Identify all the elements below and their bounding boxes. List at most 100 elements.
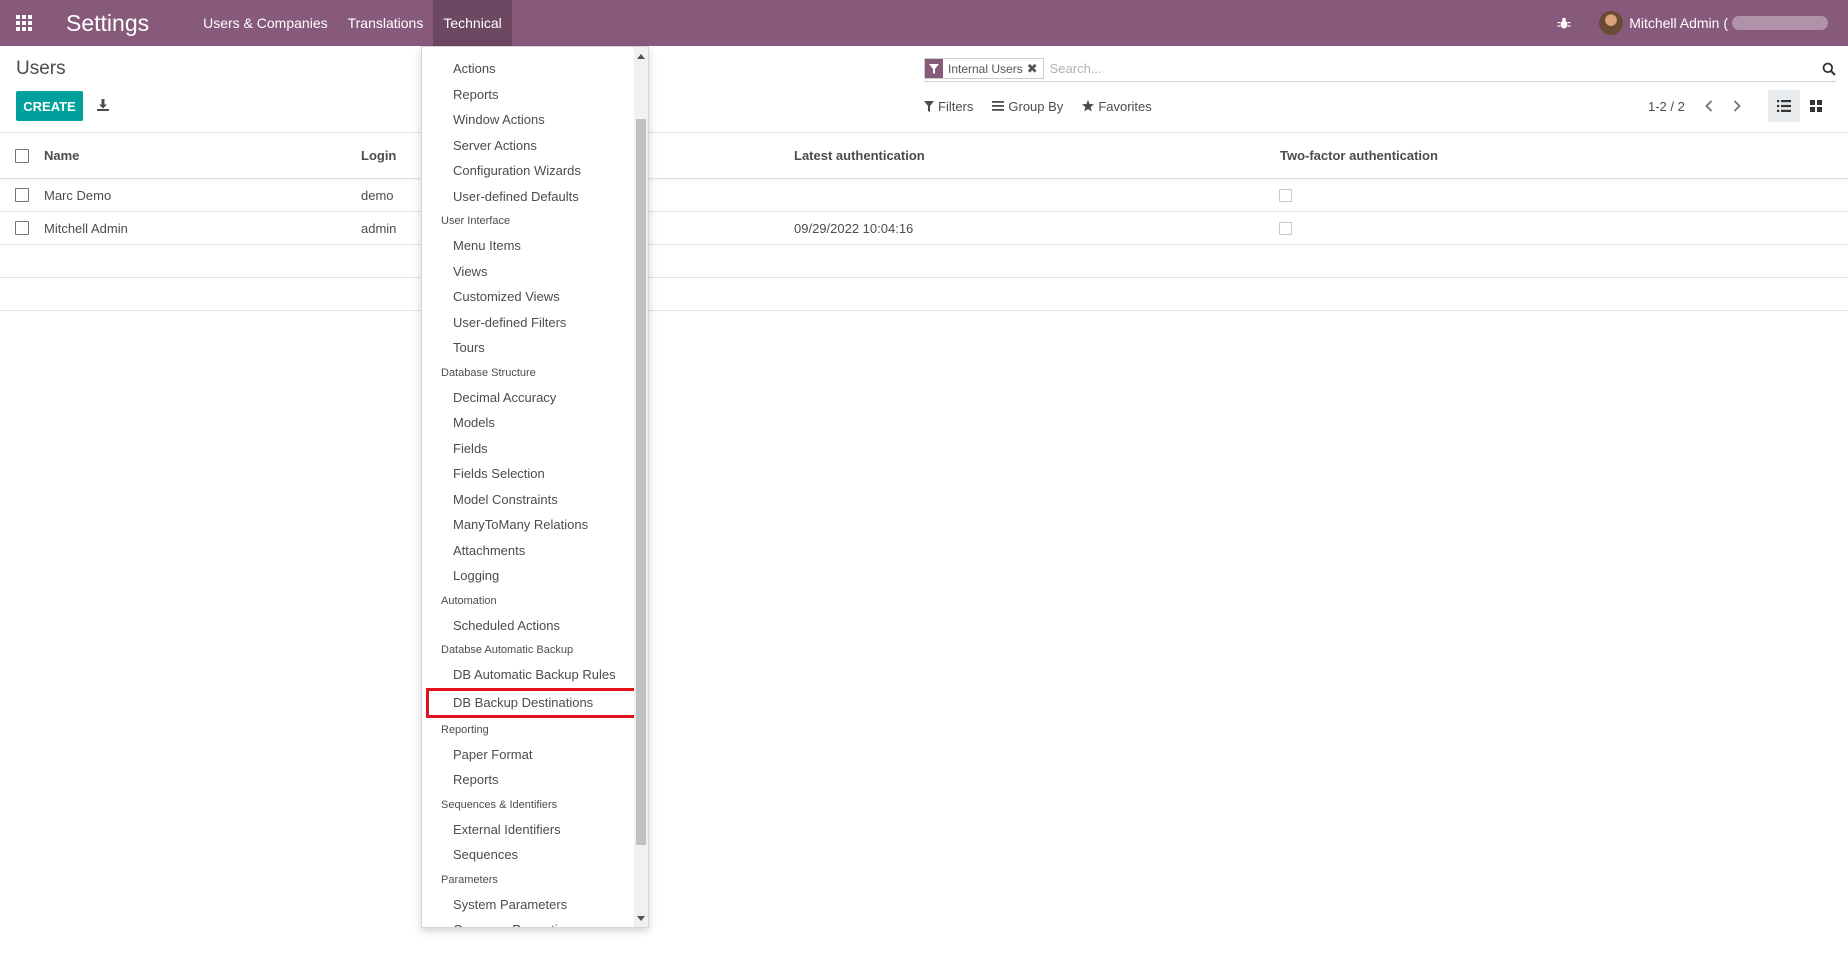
search-options: Filters Group By Favorites xyxy=(924,96,1171,116)
search-icon[interactable] xyxy=(1814,62,1836,76)
create-button[interactable]: CREATE xyxy=(16,91,83,121)
row-checkbox[interactable] xyxy=(15,179,29,211)
menu-item-configuration-wizards[interactable]: Configuration Wizards xyxy=(422,158,635,184)
table-row[interactable]: Mitchell Admin admin 09/29/2022 10:04:16 xyxy=(0,212,1848,245)
menu-item-window-actions[interactable]: Window Actions xyxy=(422,107,635,133)
facet-remove-icon[interactable]: ✖ xyxy=(1027,61,1043,77)
user-login-cell: admin xyxy=(361,220,397,236)
scrollbar-thumb[interactable] xyxy=(636,119,646,845)
menu-users-companies[interactable]: Users & Companies xyxy=(193,0,338,46)
apps-menu-icon[interactable] xyxy=(0,0,48,46)
list-header: Name Login Latest authentication Two-fac… xyxy=(0,132,1848,179)
menu-section-header: Reporting xyxy=(441,723,489,736)
menu-section-header: Parameters xyxy=(441,873,498,886)
row-checkbox[interactable] xyxy=(15,212,29,244)
menu-item-menu-items[interactable]: Menu Items xyxy=(422,233,635,259)
group-by-button[interactable]: Group By xyxy=(992,99,1063,114)
menu-translations[interactable]: Translations xyxy=(338,0,434,46)
menu-item-system-parameters[interactable]: System Parameters xyxy=(422,892,635,918)
search-input[interactable] xyxy=(1049,57,1814,80)
user-name: Mitchell Admin ( xyxy=(1629,15,1728,31)
table-row[interactable]: Marc Demo demo xyxy=(0,179,1848,212)
menu-item-models[interactable]: Models xyxy=(422,410,635,436)
menu-item-fields[interactable]: Fields xyxy=(422,436,635,462)
filters-button[interactable]: Filters xyxy=(924,99,973,114)
empty-row xyxy=(0,278,1848,311)
top-navbar: Settings Users & Companies Translations … xyxy=(0,0,1848,46)
dropdown-list: Actions Reports Window Actions Server Actio… xyxy=(422,56,638,927)
funnel-icon xyxy=(924,100,934,112)
menu-item-actions[interactable]: Actions xyxy=(422,56,635,82)
menu-item-logging[interactable]: Logging xyxy=(422,563,635,589)
menu-item-db-backup-destinations[interactable]: DB Backup Destinations xyxy=(426,687,638,718)
redacted-database-name xyxy=(1732,16,1828,30)
dropdown-scrollbar[interactable] xyxy=(634,47,648,927)
menu-section-header: User Interface xyxy=(441,215,511,227)
facet-value: Internal Users xyxy=(948,61,1023,76)
menu-item-reports[interactable]: Reports xyxy=(422,767,635,793)
two-factor-checkbox xyxy=(1279,179,1292,211)
column-latest-authentication[interactable]: Latest authentication xyxy=(794,133,925,178)
menu-item-db-automatic-backup-rules[interactable]: DB Automatic Backup Rules xyxy=(422,662,635,688)
empty-row xyxy=(0,245,1848,278)
pager-value[interactable]: 1-2 / 2 xyxy=(1648,99,1685,114)
main-menu: Users & Companies Translations Technical xyxy=(193,0,512,46)
menu-technical[interactable]: Technical xyxy=(433,0,512,46)
pager-next-icon[interactable] xyxy=(1727,96,1747,116)
favorites-button[interactable]: Favorites xyxy=(1082,98,1152,114)
user-name-cell: Marc Demo xyxy=(44,187,112,203)
menu-section-header: Sequences & Identifiers xyxy=(441,798,558,811)
bars-icon xyxy=(992,101,1005,111)
menu-item-paper-format[interactable]: Paper Format xyxy=(422,742,635,768)
column-two-factor[interactable]: Two-factor authentication xyxy=(1280,133,1438,178)
debug-bug-icon[interactable] xyxy=(1549,0,1579,46)
menu-item-tours[interactable]: Tours xyxy=(422,335,635,361)
menu-section-header: Database Structure xyxy=(441,366,536,379)
menu-item-manytomany-relations[interactable]: ManyToMany Relations xyxy=(422,512,635,538)
technical-dropdown-menu: Actions Reports Window Actions Server Actio… xyxy=(421,46,649,928)
filter-icon xyxy=(925,59,943,78)
menu-item-user-defined-filters[interactable]: User-defined Filters xyxy=(422,310,635,336)
scroll-down-icon[interactable] xyxy=(634,911,648,925)
menu-item-views[interactable]: Views xyxy=(422,259,635,285)
menu-item-company-properties[interactable]: Company Properties xyxy=(422,917,635,927)
app-title: Settings xyxy=(66,9,150,36)
search-bar: Internal Users ✖ xyxy=(924,56,1836,82)
users-list: Name Login Latest authentication Two-fac… xyxy=(0,132,1848,311)
user-login-cell: demo xyxy=(361,187,394,203)
avatar xyxy=(1599,11,1624,35)
list-view-icon[interactable] xyxy=(1768,90,1800,122)
download-icon[interactable] xyxy=(92,94,114,116)
latest-auth-cell: 09/29/2022 10:04:16 xyxy=(794,220,914,236)
pager: 1-2 / 2 xyxy=(1648,96,1755,116)
menu-item-attachments[interactable]: Attachments xyxy=(422,538,635,564)
filters-label: Filters xyxy=(938,98,974,114)
column-login[interactable]: Login xyxy=(361,133,396,178)
view-switcher xyxy=(1768,90,1832,122)
menu-item-external-identifiers[interactable]: External Identifiers xyxy=(422,817,635,843)
menu-section-header: Automation xyxy=(441,594,497,607)
menu-item-customized-views[interactable]: Customized Views xyxy=(422,284,635,310)
kanban-view-icon[interactable] xyxy=(1800,90,1832,122)
menu-item-fields-selection[interactable]: Fields Selection xyxy=(422,461,635,487)
menu-item-user-defined-defaults[interactable]: User-defined Defaults xyxy=(422,184,635,210)
column-name[interactable]: Name xyxy=(44,133,79,178)
group-by-label: Group By xyxy=(1008,98,1064,114)
menu-item-reports[interactable]: Reports xyxy=(422,82,635,108)
page-title: Users xyxy=(16,58,66,79)
menu-item-scheduled-actions[interactable]: Scheduled Actions xyxy=(422,613,635,639)
menu-item-decimal-accuracy[interactable]: Decimal Accuracy xyxy=(422,385,635,411)
favorites-label: Favorites xyxy=(1098,98,1152,114)
menu-item-model-constraints[interactable]: Model Constraints xyxy=(422,487,635,513)
user-menu[interactable]: Mitchell Admin ( xyxy=(1599,0,1828,46)
pager-previous-icon[interactable] xyxy=(1699,96,1719,116)
two-factor-checkbox xyxy=(1279,212,1292,244)
menu-item-sequences[interactable]: Sequences xyxy=(422,842,635,868)
select-all-checkbox[interactable] xyxy=(15,133,29,178)
menu-item-server-actions[interactable]: Server Actions xyxy=(422,133,635,159)
navbar-systray: Mitchell Admin ( xyxy=(1549,0,1848,46)
star-icon xyxy=(1082,100,1095,112)
scroll-up-icon[interactable] xyxy=(634,49,648,63)
user-name-cell: Mitchell Admin xyxy=(44,220,128,236)
search-facet: Internal Users ✖ xyxy=(924,58,1044,79)
